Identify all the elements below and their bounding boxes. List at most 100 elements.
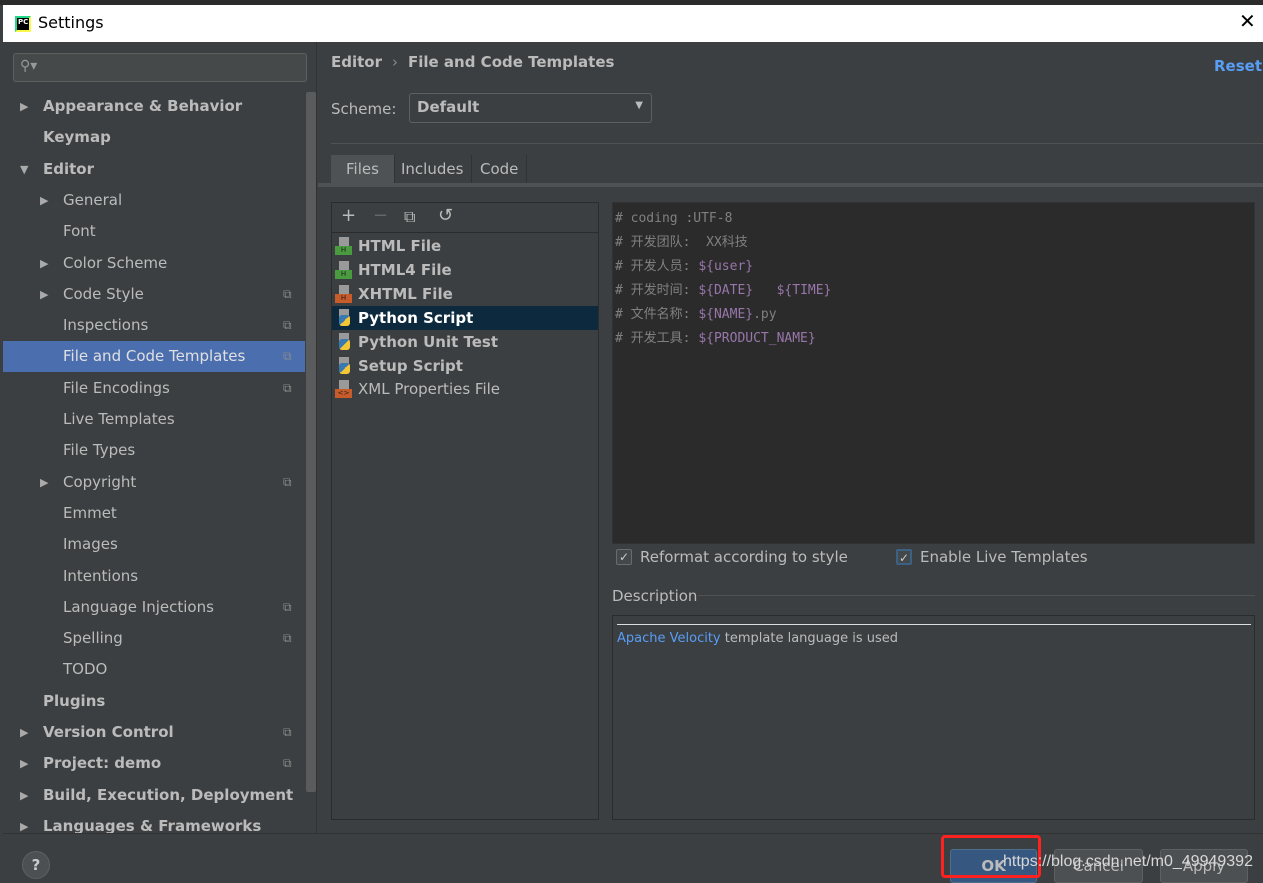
collapsed-arrow-icon[interactable]: ▶ [20,748,28,779]
template-variable: ${DATE} [698,283,754,298]
tab-code[interactable]: Code [472,155,528,183]
sidebar-item-build-execution-deployment[interactable]: ▶ Build, Execution, Deployment [3,780,305,811]
reset-icon[interactable]: ↺ [438,205,453,226]
template-variable: ${NAME} [698,307,754,322]
collapsed-arrow-icon[interactable]: ▶ [40,279,48,310]
chevron-down-icon: ▼ [635,100,643,111]
add-icon[interactable]: + [341,205,356,226]
code-text: # coding :UTF-8 [615,211,733,226]
sidebar-item-label: Intentions [63,566,139,585]
template-label: HTML4 File [358,260,452,279]
search-icon: ⚲▾ [20,58,38,74]
sidebar-item-images[interactable]: Images [3,529,305,560]
sidebar-item-project-demo[interactable]: ▶ Project: demo ⧉ [3,748,305,779]
sidebar-item-label: Emmet [63,503,117,522]
template-item[interactable]: Python Unit Test [332,330,598,354]
tab-files[interactable]: Files [331,155,395,183]
sidebar-item-label: Color Scheme [63,253,168,272]
template-item[interactable]: Python Script [332,305,598,330]
template-item[interactable]: H HTML4 File [332,258,598,282]
apache-velocity-link[interactable]: Apache Velocity [617,631,721,646]
template-label: Python Unit Test [358,332,499,351]
template-item[interactable]: H XHTML File [332,282,598,306]
expanded-arrow-icon[interactable]: ▼ [20,154,28,185]
code-text: .py [753,307,777,322]
tab-includes[interactable]: Includes [393,155,473,183]
sidebar-item-font[interactable]: Font [3,216,305,247]
sidebar-item-spelling[interactable]: Spelling ⧉ [3,623,305,654]
sidebar-item-keymap[interactable]: Keymap [3,122,305,153]
close-icon[interactable]: ✕ [1239,9,1256,33]
collapsed-arrow-icon[interactable]: ▶ [40,467,48,498]
sidebar-item-emmet[interactable]: Emmet [3,498,305,529]
sidebar-item-file-and-code-templates[interactable]: File and Code Templates ⧉ [3,341,305,373]
sidebar-item-editor[interactable]: ▼ Editor [3,154,305,185]
sidebar-item-label: Inspections [63,316,149,335]
help-button[interactable]: ? [22,851,50,879]
watermark: https://blog.csdn.net/m0_49949392 [1003,853,1253,870]
sidebar-item-label: Build, Execution, Deployment [43,785,294,804]
template-toolbar: + − ⧉ ↺ [332,203,598,233]
reformat-label: Reformat according to style [640,548,848,566]
collapsed-arrow-icon[interactable]: ▶ [40,248,48,279]
sidebar-item-label: Project: demo [43,754,162,773]
project-settings-icon: ⧉ [283,631,292,646]
code-line: # coding :UTF-8 [615,207,1252,231]
title-bar: PC Settings ✕ [3,5,1263,42]
scheme-dropdown[interactable]: Default ▼ [409,93,652,123]
sidebar-item-code-style[interactable]: ▶ Code Style ⧉ [3,279,305,310]
project-settings-icon: ⧉ [283,725,292,739]
python-file-icon [335,308,352,327]
collapsed-arrow-icon[interactable]: ▶ [20,91,28,122]
sidebar-item-plugins[interactable]: Plugins [3,686,305,717]
remove-icon[interactable]: − [373,205,388,226]
sidebar-item-label: Keymap [43,128,111,147]
sidebar-item-label: File and Code Templates [63,347,246,366]
search-input[interactable]: ⚲▾ [13,53,307,82]
sidebar-item-appearance-behavior[interactable]: ▶ Appearance & Behavior [3,91,305,122]
sidebar-item-label: Spelling [63,629,123,648]
scheme-value: Default [417,98,480,116]
sidebar-item-file-encodings[interactable]: File Encodings ⧉ [3,373,305,404]
sidebar-item-live-templates[interactable]: Live Templates [3,404,305,435]
template-variable: ${PRODUCT_NAME} [698,331,816,346]
sidebar-item-label: Editor [43,159,94,178]
template-label: Python Script [358,308,474,327]
description-label: Description [612,587,698,605]
html-file-icon: H [335,260,352,279]
template-item[interactable]: Setup Script [332,354,598,378]
breadcrumb-editor[interactable]: Editor [331,53,382,71]
xml-file-icon: <> [335,380,352,399]
template-label: HTML File [358,237,442,255]
collapsed-arrow-icon[interactable]: ▶ [20,717,28,748]
main-panel: Editor › File and Code Templates Reset Sch… [318,42,1263,833]
sidebar-item-label: Version Control [43,723,174,741]
reset-link[interactable]: Reset [1214,57,1262,75]
sidebar-item-intentions[interactable]: Intentions [3,561,305,592]
code-text: # 文件名称: [615,307,699,322]
sidebar-item-language-injections[interactable]: Language Injections ⧉ [3,592,305,623]
description-text: template language is used [720,631,899,646]
template-variable: ${TIME} [776,283,832,298]
sidebar-item-version-control[interactable]: ▶ Version Control ⧉ [3,717,305,748]
sidebar-item-file-types[interactable]: File Types [3,435,305,466]
sidebar-item-inspections[interactable]: Inspections ⧉ [3,310,305,341]
pycharm-app-icon: PC [15,16,31,32]
copy-icon[interactable]: ⧉ [404,207,415,227]
collapsed-arrow-icon[interactable]: ▶ [20,780,28,811]
sidebar-item-general[interactable]: ▶ General [3,185,305,216]
template-label: XML Properties File [358,380,501,399]
sidebar-scrollbar[interactable] [306,92,316,792]
template-code-editor[interactable]: # coding :UTF-8 # 开发团队: XX科技 # 开发人员: ${use… [612,202,1255,544]
sidebar-item-todo[interactable]: TODO [3,654,305,685]
sidebar-item-color-scheme[interactable]: ▶ Color Scheme [3,248,305,279]
collapsed-arrow-icon[interactable]: ▶ [40,185,48,216]
template-item[interactable]: H HTML File [332,234,598,258]
sidebar-item-label: Plugins [43,691,106,710]
project-settings-icon: ⧉ [283,474,292,489]
code-text: # 开发工具: [615,331,699,346]
template-item[interactable]: <> XML Properties File [332,377,598,401]
sidebar-item-label: File Types [63,441,136,460]
sidebar-item-copyright[interactable]: ▶ Copyright ⧉ [3,467,305,498]
